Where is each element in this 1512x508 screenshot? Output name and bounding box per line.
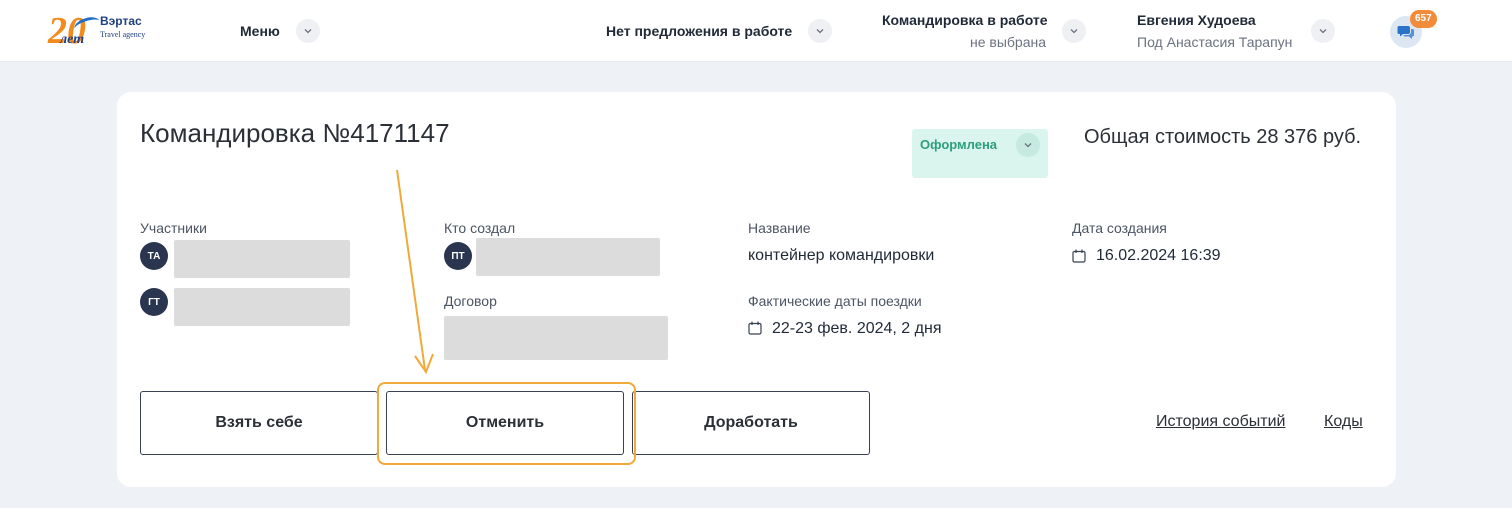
- chevron-down-icon[interactable]: [296, 19, 320, 43]
- calendar-icon: [1072, 249, 1086, 263]
- participants-label: Участники: [140, 220, 207, 236]
- trip-in-work-label[interactable]: Командировка в работе: [882, 12, 1048, 28]
- total-cost: Общая стоимость 28 376 руб.: [1084, 126, 1362, 148]
- status-dropdown[interactable]: Оформлена: [912, 129, 1048, 178]
- avatar: ПТ: [444, 242, 472, 270]
- chat-badge: 657: [1410, 10, 1437, 28]
- actual-dates-label: Фактические даты поездки: [748, 293, 922, 309]
- trip-in-work-value: не выбрана: [969, 34, 1046, 50]
- chat-bubbles-icon: [1397, 26, 1414, 39]
- status-label: Оформлена: [920, 137, 998, 152]
- chevron-down-icon[interactable]: [1062, 19, 1086, 43]
- user-under: Под Анастасия Тарапун: [1137, 34, 1293, 50]
- creator-label: Кто создал: [444, 220, 516, 236]
- created-date-value: 16.02.2024 16:39: [1096, 247, 1221, 264]
- redacted-contract: [444, 316, 668, 360]
- rework-button[interactable]: Доработать: [632, 391, 870, 455]
- logo-name: Вэртас: [100, 14, 142, 28]
- chevron-down-icon[interactable]: [1016, 133, 1040, 157]
- redacted-creator-name: [476, 238, 660, 276]
- user-name[interactable]: Евгения Худоева: [1137, 12, 1256, 28]
- trip-name-label: Название: [748, 220, 811, 236]
- chevron-down-icon[interactable]: [1311, 19, 1335, 43]
- menu-label[interactable]: Меню: [240, 23, 280, 39]
- offer-status-label[interactable]: Нет предложения в работе: [606, 23, 792, 39]
- cancel-button[interactable]: Отменить: [386, 391, 624, 455]
- logo[interactable]: 20 лет Вэртас Travel agency: [48, 10, 158, 52]
- avatar: ГТ: [140, 288, 168, 316]
- created-date-label: Дата создания: [1072, 220, 1167, 236]
- avatar: ТА: [140, 242, 168, 270]
- redacted-participant-name: [174, 288, 350, 326]
- chevron-down-icon[interactable]: [808, 19, 832, 43]
- logo-years: лет: [60, 32, 85, 47]
- contract-label: Договор: [444, 293, 497, 309]
- trip-name-value: контейнер командировки: [748, 247, 935, 264]
- logo-subtitle: Travel agency: [100, 30, 146, 39]
- top-header: 20 лет Вэртас Travel agency Меню Нет пре…: [0, 0, 1512, 62]
- history-link[interactable]: История событий: [1156, 413, 1285, 431]
- calendar-icon: [748, 321, 762, 335]
- redacted-participant-name: [174, 240, 350, 278]
- actual-dates-value: 22-23 фев. 2024, 2 дня: [772, 320, 942, 337]
- take-button[interactable]: Взять себе: [140, 391, 378, 455]
- page-title: Командировка №4171147: [140, 118, 450, 148]
- codes-link[interactable]: Коды: [1324, 413, 1363, 431]
